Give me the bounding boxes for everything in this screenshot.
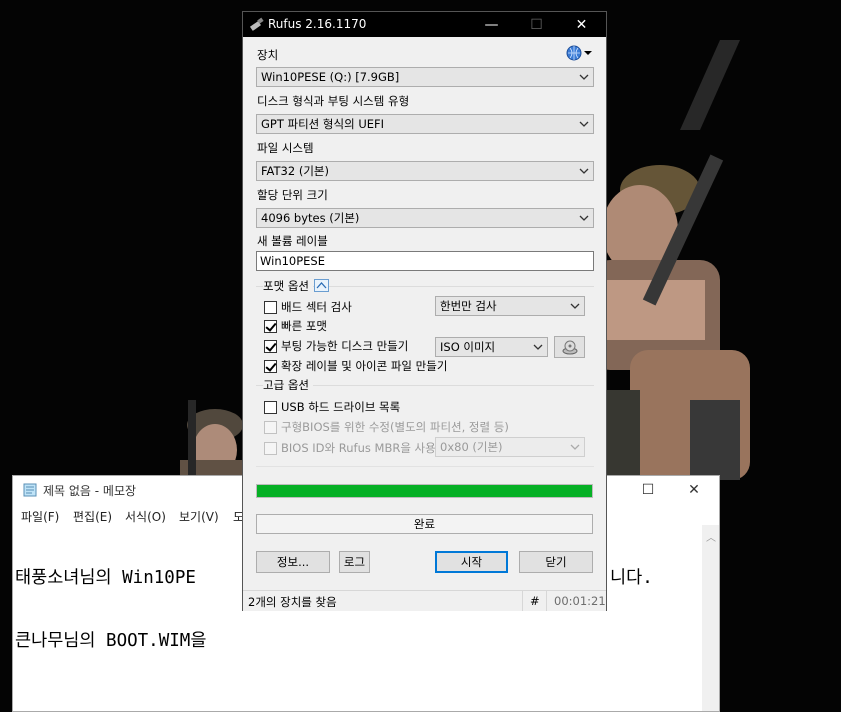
usb-hdd-label: USB 하드 드라이브 목록 (281, 400, 401, 414)
bootable-disk-label: 부팅 가능한 디스크 만들기 (281, 339, 409, 353)
cluster-size-label: 할당 단위 크기 (257, 188, 328, 202)
scroll-up-icon[interactable]: ︿ (706, 529, 716, 544)
close-icon: ✕ (688, 482, 700, 498)
maximize-icon: ☐ (641, 482, 655, 498)
bad-sectors-passes-dropdown[interactable]: 한번만 검사 (435, 296, 585, 316)
rufus-titlebar[interactable]: Rufus 2.16.1170 — ☐ ✕ (243, 12, 606, 37)
chevron-down-icon (579, 74, 589, 80)
menu-view[interactable]: 보기(V) (179, 508, 219, 525)
advanced-options-bottom-border (256, 466, 594, 467)
bios-id-checkbox (264, 442, 277, 455)
collapse-arrow-icon[interactable] (314, 279, 329, 292)
hash-button[interactable]: # (530, 594, 540, 608)
notepad-maximize-button[interactable]: ☐ (625, 476, 671, 504)
rufus-window: Rufus 2.16.1170 — ☐ ✕ 장치 Win10PESE (Q:) … (242, 11, 607, 611)
notepad-title: 제목 없음 - 메모장 (43, 484, 137, 498)
chevron-down-icon (570, 303, 580, 309)
progress-bar-fill (257, 485, 592, 497)
partition-scheme-label: 디스크 형식과 부팅 시스템 유형 (257, 94, 410, 108)
rufus-close-button[interactable]: ✕ (559, 12, 604, 37)
usb-hdd-checkbox[interactable] (264, 401, 277, 414)
bad-sectors-label: 배드 섹터 검사 (281, 300, 352, 314)
quick-format-checkbox[interactable] (264, 320, 277, 333)
format-options-title: 포맷 옵션 (263, 278, 313, 294)
device-dropdown[interactable]: Win10PESE (Q:) [7.9GB] (256, 67, 594, 87)
close-button[interactable]: 닫기 (519, 551, 593, 573)
statusbar-device-count: 2개의 장치를 찾음 (248, 595, 337, 609)
log-button[interactable]: 로그 (339, 551, 370, 573)
rufus-statusbar: 2개의 장치를 찾음 # 00:01:21 (243, 590, 606, 611)
chevron-down-icon (579, 215, 589, 221)
minimize-icon: — (484, 16, 499, 33)
volume-label-input[interactable]: Win10PESE (256, 251, 594, 271)
bios-id-label: BIOS ID와 Rufus MBR을 사용 (281, 441, 436, 455)
rufus-maximize-button: ☐ (514, 12, 559, 37)
statusbar-separator (546, 591, 547, 611)
language-globe-icon[interactable] (565, 44, 593, 62)
file-system-label: 파일 시스템 (257, 141, 314, 155)
extended-label-label: 확장 레이블 및 아이콘 파일 만들기 (281, 359, 448, 373)
about-button[interactable]: 정보... (256, 551, 330, 573)
notepad-close-button[interactable]: ✕ (671, 476, 717, 504)
progress-bar (256, 484, 593, 498)
bootable-disk-checkbox[interactable] (264, 340, 277, 353)
partition-scheme-dropdown[interactable]: GPT 파티션 형식의 UEFI (256, 114, 594, 134)
chevron-down-icon (579, 168, 589, 174)
menu-file[interactable]: 파일(F) (21, 508, 59, 525)
chevron-down-icon (570, 444, 580, 450)
notepad-line-2: 큰나무님의 BOOT.WIM을 (15, 631, 207, 651)
advanced-options-title: 고급 옵션 (263, 377, 313, 393)
select-iso-button[interactable] (554, 336, 585, 358)
bios-id-dropdown: 0x80 (기본) (435, 437, 585, 457)
start-button[interactable]: 시작 (435, 551, 508, 573)
statusbar-separator (522, 591, 523, 611)
cluster-size-dropdown[interactable]: 4096 bytes (기본) (256, 208, 594, 228)
quick-format-label: 빠른 포맷 (281, 319, 327, 333)
old-bios-label: 구형BIOS를 위한 수정(별도의 파티션, 정렬 등) (281, 420, 509, 434)
rufus-usb-icon (249, 17, 264, 31)
notepad-vertical-scrollbar[interactable]: ︿ (702, 525, 719, 711)
old-bios-checkbox (264, 421, 277, 434)
rufus-minimize-button[interactable]: — (469, 12, 514, 37)
volume-label-label: 새 볼륨 레이블 (257, 234, 328, 248)
device-label: 장치 (257, 48, 279, 62)
boot-type-dropdown[interactable]: ISO 이미지 (435, 337, 548, 357)
chevron-down-icon (579, 121, 589, 127)
notepad-icon (23, 483, 37, 497)
statusbar-elapsed-time: 00:01:21 (554, 594, 606, 608)
save-iso-icon (562, 340, 578, 355)
status-box: 완료 (256, 514, 593, 534)
rufus-title: Rufus 2.16.1170 (268, 17, 367, 31)
file-system-dropdown[interactable]: FAT32 (기본) (256, 161, 594, 181)
bad-sectors-checkbox[interactable] (264, 301, 277, 314)
maximize-icon: ☐ (530, 16, 543, 33)
chevron-down-icon (533, 344, 543, 350)
menu-edit[interactable]: 편집(E) (73, 508, 112, 525)
close-icon: ✕ (575, 16, 588, 33)
extended-label-checkbox[interactable] (264, 360, 277, 373)
menu-format[interactable]: 서식(O) (125, 508, 166, 525)
